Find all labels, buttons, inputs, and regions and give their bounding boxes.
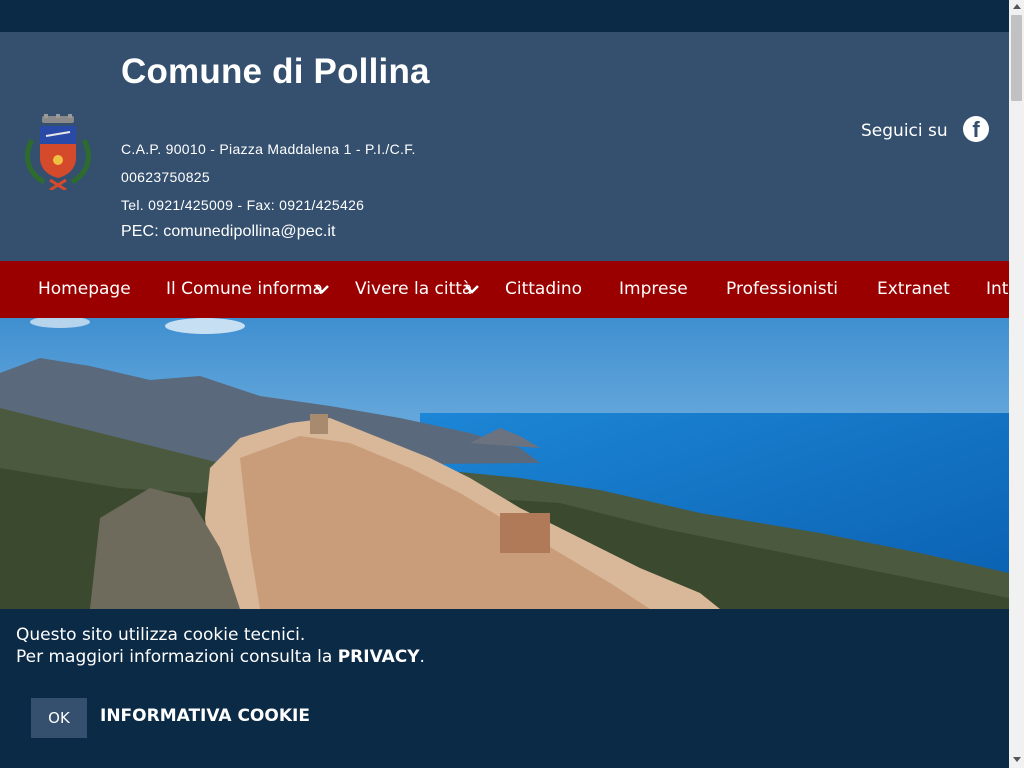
nav-item-homepage[interactable]: Homepage xyxy=(38,261,131,318)
scrollbar-thumb[interactable] xyxy=(1011,15,1022,101)
facebook-icon[interactable]: f xyxy=(963,116,989,142)
nav-item-vivere-la-citta[interactable]: Vivere la città xyxy=(355,261,472,318)
cookie-ok-button[interactable]: OK xyxy=(31,698,87,738)
nav-item-il-comune-informa[interactable]: Il Comune informa xyxy=(166,261,323,318)
scroll-up-icon[interactable] xyxy=(1013,4,1021,9)
top-bar xyxy=(0,0,1009,32)
hero-landscape-picture xyxy=(0,318,1009,609)
main-nav: Homepage Il Comune informa Vivere la cit… xyxy=(0,261,1009,318)
page: Comune di Pollina C.A.P. 90010 - Piazza … xyxy=(0,0,1009,768)
nav-item-int[interactable]: Int xyxy=(986,261,1008,318)
nav-item-extranet[interactable]: Extranet xyxy=(877,261,950,318)
cookie-info-link[interactable]: INFORMATIVA COOKIE xyxy=(100,706,310,726)
site-title[interactable]: Comune di Pollina xyxy=(121,52,430,92)
nav-item-professionisti[interactable]: Professionisti xyxy=(726,261,838,318)
nav-item-imprese[interactable]: Imprese xyxy=(619,261,688,318)
site-header: Comune di Pollina C.A.P. 90010 - Piazza … xyxy=(0,32,1009,261)
cookie-message: Questo sito utilizza cookie tecnici. xyxy=(16,625,306,645)
vertical-scrollbar[interactable] xyxy=(1009,0,1024,768)
cookie-privacy-prefix: Per maggiori informazioni consulta la xyxy=(16,647,338,667)
cookie-privacy-text: Per maggiori informazioni consulta la PR… xyxy=(16,647,425,667)
hero-image xyxy=(0,318,1009,609)
address-line: C.A.P. 90010 - Piazza Maddalena 1 - P.I.… xyxy=(121,141,416,157)
scroll-down-icon[interactable] xyxy=(1013,757,1021,762)
vat-number: 00623750825 xyxy=(121,169,210,185)
facebook-glyph: f xyxy=(972,117,980,142)
nav-item-cittadino[interactable]: Cittadino xyxy=(505,261,582,318)
privacy-link[interactable]: PRIVACY xyxy=(338,647,420,667)
municipal-crest-icon[interactable] xyxy=(22,114,94,190)
chevron-down-icon[interactable] xyxy=(314,283,330,295)
cookie-banner: Questo sito utilizza cookie tecnici. Per… xyxy=(0,609,1009,768)
phone-fax: Tel. 0921/425009 - Fax: 0921/425426 xyxy=(121,197,365,213)
pec-email: PEC: comunedipollina@pec.it xyxy=(121,223,336,240)
cookie-privacy-suffix: . xyxy=(419,647,425,667)
chevron-down-icon[interactable] xyxy=(464,283,480,295)
follow-label: Seguici su xyxy=(861,121,948,141)
